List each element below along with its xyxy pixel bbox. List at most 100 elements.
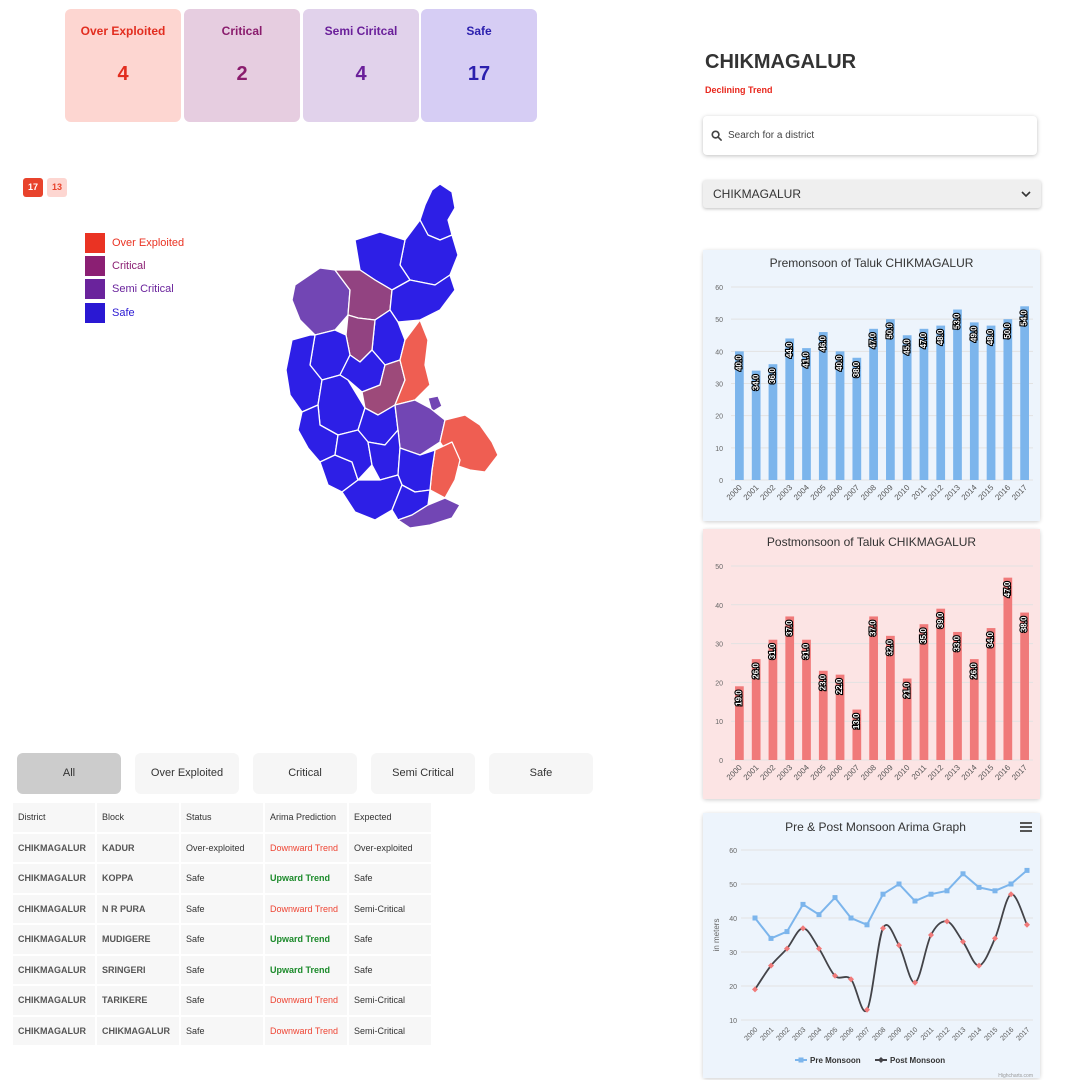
legend-label-pre-monsoon: Pre Monsoon (810, 1056, 861, 1065)
district-select[interactable]: CHIKMAGALUR (703, 180, 1041, 208)
table-row[interactable]: CHIKMAGALUR KOPPA Safe Upward Trend Safe (13, 864, 431, 893)
bar (785, 616, 795, 760)
legend-swatch (85, 303, 105, 323)
data-label: 47.0 (1003, 581, 1012, 597)
bar (886, 319, 895, 480)
cell-district: CHIKMAGALUR (13, 955, 95, 984)
page-badge-active[interactable]: 17 (23, 178, 43, 197)
cell-arima: Downward Trend (265, 833, 347, 862)
menu-icon[interactable] (1020, 822, 1032, 832)
y-tick-label: 10 (729, 1018, 737, 1025)
tab-critical[interactable]: Critical (253, 753, 357, 794)
legend-label: Over Exploited (112, 237, 185, 249)
data-label: 32.0 (885, 639, 894, 655)
card-label: Critical (221, 24, 263, 38)
search-box[interactable] (703, 116, 1037, 155)
legend-item-critical: Critical (85, 256, 146, 276)
search-icon (711, 130, 722, 141)
cell-district: CHIKMAGALUR (13, 925, 95, 954)
y-tick-label: 0 (719, 478, 723, 485)
col-arima: Arima Prediction (265, 803, 347, 832)
card-count: 17 (467, 63, 491, 85)
y-tick-label: 30 (715, 642, 723, 649)
data-label: 33.0 (953, 635, 962, 651)
y-tick-label: 0 (719, 758, 723, 765)
data-label: 44.0 (785, 342, 794, 358)
card-over-exploited[interactable]: Over Exploited 4 (65, 9, 181, 122)
legend-label: Semi Critical (112, 283, 174, 295)
data-label: 13.0 (852, 713, 861, 729)
legend-item-semi-critical: Semi Critical (85, 279, 174, 299)
blocks-table: District Block Status Arima Prediction E… (11, 801, 433, 1047)
tab-safe[interactable]: Safe (489, 753, 593, 794)
point-pre-monsoon (976, 884, 982, 890)
data-label: 23.0 (818, 674, 827, 690)
point-pre-monsoon (944, 888, 950, 894)
legend-marker-pre-monsoon (798, 1057, 804, 1063)
bar (818, 332, 828, 480)
cell-status: Safe (181, 925, 263, 954)
district-map (285, 183, 499, 529)
data-label: 34.0 (751, 374, 760, 390)
y-tick-label: 20 (729, 984, 737, 991)
col-expected: Expected (349, 803, 431, 832)
card-critical[interactable]: Critical 2 (184, 9, 300, 122)
data-label: 48.0 (986, 329, 995, 345)
data-label: 37.0 (869, 620, 878, 636)
cell-block: MUDIGERE (97, 925, 179, 954)
cell-status: Safe (181, 986, 263, 1015)
data-label: 38.0 (852, 361, 861, 377)
data-label: 37.0 (785, 620, 794, 636)
legend-label-post-monsoon: Post Monsoon (890, 1056, 945, 1065)
tab-semi-critical[interactable]: Semi Critical (371, 753, 475, 794)
point-pre-monsoon (912, 898, 918, 904)
table-row[interactable]: CHIKMAGALUR KADUR Over-exploited Downwar… (13, 833, 431, 862)
cell-block: KOPPA (97, 864, 179, 893)
y-tick-label: 10 (715, 719, 723, 726)
table-row[interactable]: CHIKMAGALUR SRINGERI Safe Upward Trend S… (13, 955, 431, 984)
chevron-down-icon (1021, 190, 1031, 197)
point-pre-monsoon (768, 935, 774, 941)
data-label: 21.0 (902, 682, 911, 698)
tab-over-exploited[interactable]: Over Exploited (135, 753, 239, 794)
district-select-value: CHIKMAGALUR (713, 187, 802, 201)
y-tick-label: 30 (715, 382, 723, 389)
card-label: Over Exploited (80, 24, 166, 38)
table-row[interactable]: CHIKMAGALUR TARIKERE Safe Downward Trend… (13, 986, 431, 1015)
point-pre-monsoon (992, 888, 998, 894)
district-title: CHIKMAGALUR (705, 51, 857, 73)
table-row[interactable]: CHIKMAGALUR MUDIGERE Safe Upward Trend S… (13, 925, 431, 954)
arima-chart-svg: Pre & Post Monsoon Arima Graph 10 20 30 40 50… (703, 813, 1040, 1078)
bar (936, 608, 946, 760)
y-tick-label: 60 (715, 285, 723, 292)
data-label: 40.0 (835, 355, 844, 371)
page-badge[interactable]: 13 (47, 178, 67, 197)
data-label: 41.0 (802, 352, 811, 368)
point-pre-monsoon (1008, 881, 1014, 887)
table-row[interactable]: CHIKMAGALUR N R PURA Safe Downward Trend… (13, 894, 431, 923)
y-tick-label: 40 (715, 603, 723, 610)
cell-expected: Over-exploited (349, 833, 431, 862)
postmonsoon-chart: Postmonsoon of Taluk CHIKMAGALUR 0 10 20 30 4… (703, 529, 1040, 799)
cell-block: TARIKERE (97, 986, 179, 1015)
trend-label: Declining Trend (705, 85, 773, 95)
tab-all[interactable]: All (17, 753, 121, 794)
y-tick-label: 60 (729, 848, 737, 855)
point-pre-monsoon (1024, 867, 1030, 873)
point-pre-monsoon (800, 901, 806, 907)
point-pre-monsoon (848, 915, 854, 921)
cell-status: Safe (181, 864, 263, 893)
data-label: 34.0 (986, 632, 995, 648)
card-label: Semi Ciritcal (324, 24, 398, 38)
card-safe[interactable]: Safe 17 (421, 9, 537, 122)
data-label: 47.0 (869, 332, 878, 348)
card-semi-critical[interactable]: Semi Ciritcal 4 (303, 9, 419, 122)
search-input[interactable] (728, 130, 1018, 141)
table-row[interactable]: CHIKMAGALUR CHIKMAGALUR Safe Downward Tr… (13, 1016, 431, 1045)
bar (869, 328, 878, 480)
y-tick-label: 50 (715, 317, 723, 324)
bar (1020, 306, 1029, 480)
bar (969, 322, 979, 480)
legend-item-over-exploited: Over Exploited (85, 233, 184, 253)
data-label: 38.0 (1020, 616, 1029, 632)
